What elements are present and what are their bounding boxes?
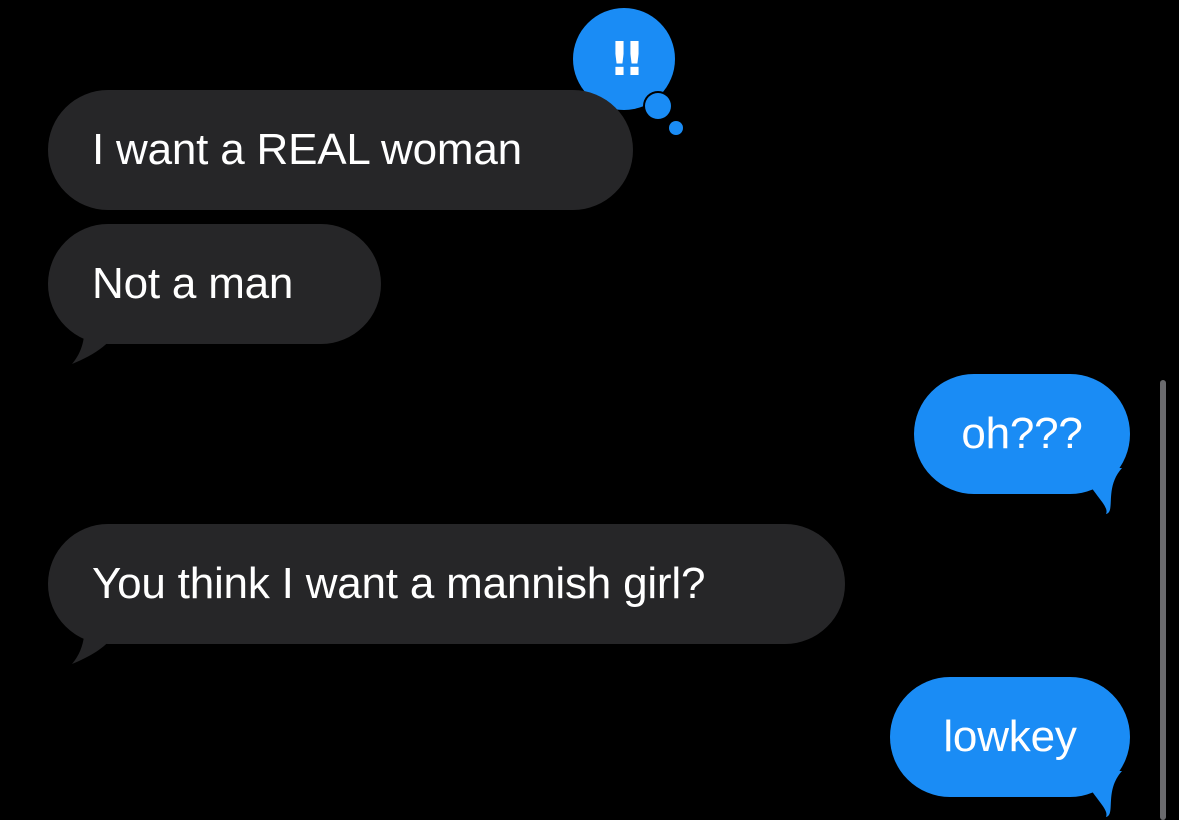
- bubble-tail-incoming: [72, 318, 126, 364]
- message-bubble-incoming[interactable]: I want a REAL woman: [48, 90, 633, 210]
- bubble-tail-outgoing: [1080, 468, 1122, 514]
- scroll-indicator[interactable]: [1160, 380, 1166, 820]
- reaction-bubble-dot-small: [669, 121, 683, 135]
- message-thread[interactable]: !! I want a REAL woman Not a man oh??? Y…: [0, 0, 1179, 820]
- bubble-tail-outgoing: [1080, 771, 1122, 817]
- message-text: lowkey: [943, 712, 1077, 761]
- message-text: I want a REAL woman: [92, 125, 522, 174]
- bubble-tail-incoming: [72, 618, 126, 664]
- message-bubble-incoming[interactable]: You think I want a mannish girl?: [48, 524, 845, 644]
- message-text: You think I want a mannish girl?: [92, 559, 706, 608]
- message-text: Not a man: [92, 259, 294, 308]
- message-text: oh???: [961, 409, 1083, 458]
